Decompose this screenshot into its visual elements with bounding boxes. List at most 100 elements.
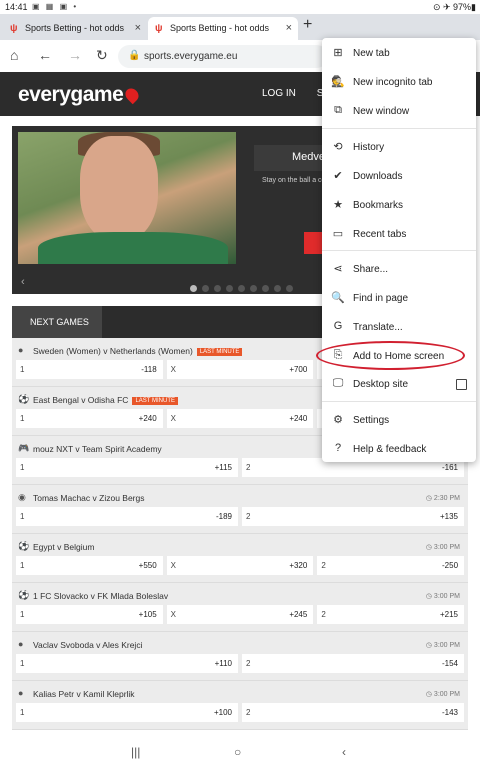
odds-button[interactable]: 1 +550: [16, 556, 163, 575]
carousel-dot[interactable]: [202, 285, 209, 292]
odds-button[interactable]: 2 +215: [317, 605, 465, 624]
desktop-site-checkbox[interactable]: [456, 379, 467, 390]
menu-item-downloads[interactable]: ✔ Downloads: [322, 163, 476, 189]
browser-tab-2[interactable]: ψ Sports Betting - hot odds ×: [148, 17, 298, 40]
odds-button[interactable]: 1 +110: [16, 654, 238, 673]
odds-label: 2: [246, 708, 251, 717]
game-row[interactable]: ● Kalias Petr v Kamil Kleprlik ◷ 3:00 PM 1 +…: [12, 681, 468, 730]
menu-item-new-tab[interactable]: ⊞ New tab: [322, 40, 476, 66]
menu-item-help-feedback[interactable]: ? Help & feedback: [322, 436, 476, 462]
settings-gear-icon: ⚙: [333, 414, 343, 426]
menu-item-desktop-site[interactable]: 🖵 Desktop site: [322, 371, 476, 397]
odds-button[interactable]: X +700: [166, 360, 314, 379]
game-title: Sweden (Women) v Netherlands (Women) LAST…: [33, 346, 243, 356]
odds-button[interactable]: 2 -143: [242, 703, 464, 722]
carousel-dot[interactable]: [274, 285, 281, 292]
menu-item-translate[interactable]: G Translate...: [322, 314, 476, 340]
odds-value: -154: [441, 659, 458, 668]
odds-value: +700: [289, 365, 308, 374]
history-icon: ⟲: [333, 141, 343, 153]
odds-button[interactable]: X +245: [166, 605, 314, 624]
browser-tab-1[interactable]: ψ Sports Betting - hot odds ×: [3, 17, 147, 40]
menu-item-history[interactable]: ⟲ History: [322, 134, 476, 160]
everygame-logo[interactable]: everygame: [18, 83, 142, 107]
odds-label: 2: [321, 561, 326, 570]
menu-item-new-window[interactable]: ⧉ New window: [322, 98, 476, 124]
android-nav-bar: ||| ○ ‹: [0, 738, 480, 768]
odds-button[interactable]: 1 +105: [16, 605, 163, 624]
sport-icon: ◉: [18, 492, 26, 502]
odds-button[interactable]: 2 -154: [242, 654, 464, 673]
odds-button[interactable]: X +240: [166, 409, 314, 428]
odds-button[interactable]: 1 +115: [16, 458, 238, 477]
forward-icon[interactable]: →: [68, 47, 82, 63]
odds-label: 2: [246, 463, 251, 472]
menu-item-label: New window: [353, 106, 410, 117]
menu-item-label: Find in page: [353, 293, 409, 304]
new-tab-icon: ⊞: [333, 47, 343, 59]
odds-button[interactable]: 2 -250: [317, 556, 465, 575]
carousel-dot[interactable]: [262, 285, 269, 292]
back-icon[interactable]: ←: [38, 47, 52, 63]
url-text: sports.everygame.eu: [144, 51, 238, 62]
menu-item-share[interactable]: ⋖ Share...: [322, 256, 476, 282]
odds-button[interactable]: X +320: [166, 556, 314, 575]
carousel-dot[interactable]: [190, 285, 197, 292]
game-title-text: mouz NXT v Team Spirit Academy: [33, 444, 162, 454]
login-link[interactable]: LOG IN: [262, 88, 296, 99]
odds-label: 2: [246, 512, 251, 521]
last-minute-badge: LAST MINUTE: [196, 348, 243, 356]
odds-value: -143: [441, 708, 458, 717]
odds-label: 1: [20, 659, 25, 668]
carousel-dot[interactable]: [214, 285, 221, 292]
hero-shirt: [38, 232, 228, 264]
address-bar[interactable]: 🔒 sports.everygame.eu: [118, 45, 328, 68]
close-tab-icon[interactable]: ×: [286, 22, 292, 34]
game-row[interactable]: ⚽ 1 FC Slovacko v FK Mlada Boleslav ◷ 3:00…: [12, 583, 468, 632]
menu-item-bookmarks[interactable]: ★ Bookmarks: [322, 192, 476, 218]
menu-item-new-incognito-tab[interactable]: 🕵 New incognito tab: [322, 69, 476, 95]
tab-next-games[interactable]: NEXT GAMES: [12, 306, 102, 338]
back-button-icon[interactable]: ‹: [342, 745, 346, 759]
odds-label: X: [170, 365, 177, 374]
menu-divider: [322, 128, 476, 129]
recents-icon[interactable]: |||: [131, 745, 140, 759]
game-row[interactable]: ◉ Tomas Machac v Zizou Bergs ◷ 2:30 PM 1 -18…: [12, 485, 468, 534]
odds-button[interactable]: 1 +100: [16, 703, 238, 722]
odds-label: 1: [20, 708, 25, 717]
close-tab-icon[interactable]: ×: [135, 22, 141, 34]
menu-item-settings[interactable]: ⚙ Settings: [322, 407, 476, 433]
carousel-dot[interactable]: [286, 285, 293, 292]
carousel-dot[interactable]: [250, 285, 257, 292]
menu-item-recent-tabs[interactable]: ▭ Recent tabs: [322, 221, 476, 247]
status-right: ⊙ ✈ 97%▮: [432, 2, 476, 12]
reload-icon[interactable]: ↻: [96, 47, 108, 64]
odds-button[interactable]: 2 +135: [242, 507, 464, 526]
clock-icon: ◷: [425, 495, 434, 502]
odds-value: -250: [442, 561, 459, 570]
lock-icon[interactable]: 🔒: [128, 50, 140, 61]
game-title: mouz NXT v Team Spirit Academy: [33, 444, 162, 454]
carousel-dot[interactable]: [238, 285, 245, 292]
add-to-home-highlight-circle: [316, 341, 465, 370]
game-row[interactable]: ⚽ Egypt v Belgium ◷ 3:00 PM 1 +550 X +320 2 -250: [12, 534, 468, 583]
game-row[interactable]: ● Vaclav Svoboda v Ales Krejci ◷ 3:00 PM 1 +…: [12, 632, 468, 681]
notification-icons: ▣ ▦ ▣ •: [32, 2, 79, 11]
menu-item-find-in-page[interactable]: 🔍 Find in page: [322, 285, 476, 311]
menu-item-label: Bookmarks: [353, 200, 404, 211]
game-time-text: 2:30 PM: [433, 495, 460, 502]
odds-value: -161: [441, 463, 458, 472]
sport-icon: ⚽: [18, 541, 30, 551]
home-button-icon[interactable]: ○: [234, 745, 241, 759]
menu-item-label: History: [353, 142, 385, 153]
carousel-prev-icon[interactable]: ‹: [21, 276, 25, 288]
odds-button[interactable]: 1 -118: [16, 360, 163, 379]
home-icon[interactable]: ⌂: [10, 47, 18, 63]
carousel-dot[interactable]: [226, 285, 233, 292]
odds-button[interactable]: 1 +240: [16, 409, 163, 428]
odds-row: 1 -189 2 +135: [16, 507, 464, 526]
odds-value: -118: [141, 365, 157, 374]
odds-value: +245: [289, 610, 308, 619]
new-tab-plus-icon[interactable]: +: [303, 16, 312, 34]
odds-button[interactable]: 1 -189: [16, 507, 238, 526]
